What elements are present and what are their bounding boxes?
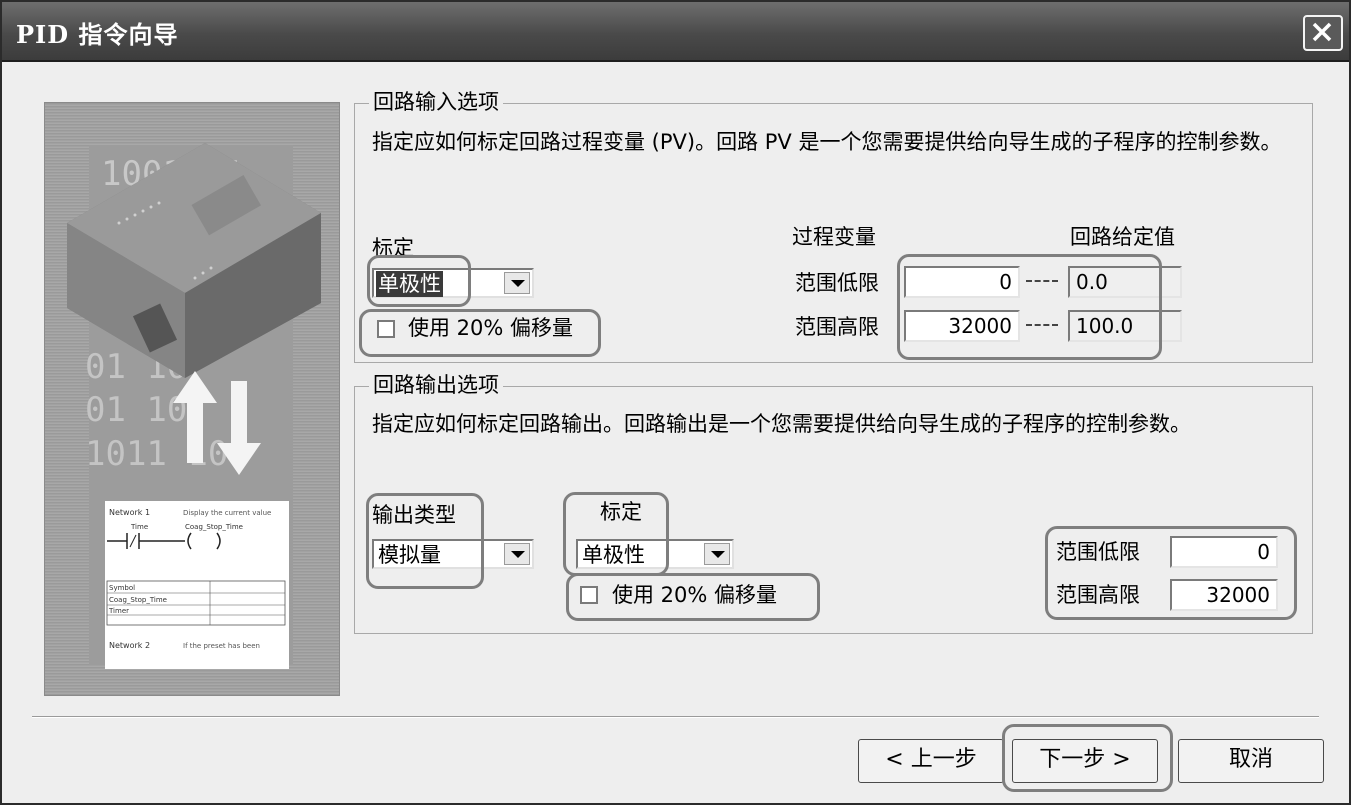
range-highlight <box>897 254 1162 360</box>
pv-low-label: 范围低限 <box>795 271 879 295</box>
loop-input-description: 指定应如何标定回路过程变量 (PV)。回路 PV 是一个您需要提供给向导生成的子… <box>372 130 1282 154</box>
output-type-highlight <box>366 493 484 589</box>
svg-text:Display the current value: Display the current value <box>183 509 271 517</box>
output-scaling-highlight <box>563 492 669 576</box>
divider <box>32 716 1319 718</box>
prev-button[interactable]: < 上一步 <box>858 739 1004 783</box>
close-button[interactable] <box>1303 15 1343 51</box>
output-range-highlight <box>1045 526 1297 620</box>
wizard-illustration: 1001 01 01 10 01 10 1011 10 <box>44 102 340 696</box>
pv-high-label: 范围高限 <box>795 315 879 339</box>
next-button-highlight <box>1002 724 1173 792</box>
table-row: Timer <box>108 607 129 615</box>
contact-tag: Time <box>130 523 148 531</box>
table-row: Symbol <box>109 584 135 592</box>
loop-output-title: 回路输出选项 <box>369 372 503 398</box>
input-offset-highlight <box>359 309 601 357</box>
chevron-down-icon[interactable] <box>504 272 530 294</box>
network1-label: Network 1 <box>109 508 150 517</box>
title-bar[interactable]: PID 指令向导 <box>2 2 1349 62</box>
pid-wizard-dialog: PID 指令向导 1001 01 01 10 01 10 1011 10 <box>0 0 1351 805</box>
loop-input-title: 回路输入选项 <box>369 89 503 115</box>
svg-text:1011 10: 1011 10 <box>85 434 228 474</box>
chevron-down-icon[interactable] <box>704 543 730 565</box>
table-row: Coag_Stop_Time <box>109 596 167 604</box>
pv-header: 过程变量 <box>792 225 876 249</box>
window-title: PID 指令向导 <box>16 20 179 49</box>
cancel-button[interactable]: 取消 <box>1178 739 1324 783</box>
input-scaling-highlight <box>367 255 471 307</box>
coil-tag: Coag_Stop_Time <box>185 523 243 531</box>
close-icon <box>1312 22 1332 42</box>
svg-text:If the preset has been: If the preset has been <box>183 642 260 650</box>
output-offset-highlight <box>566 573 820 621</box>
svg-text:01 10: 01 10 <box>85 390 187 430</box>
loop-output-description: 指定应如何标定回路输出。回路输出是一个您需要提供给向导生成的子程序的控制参数。 <box>372 412 1191 436</box>
setpoint-header: 回路给定值 <box>1070 225 1175 249</box>
chevron-down-icon[interactable] <box>504 543 530 565</box>
network2-label: Network 2 <box>109 641 150 650</box>
